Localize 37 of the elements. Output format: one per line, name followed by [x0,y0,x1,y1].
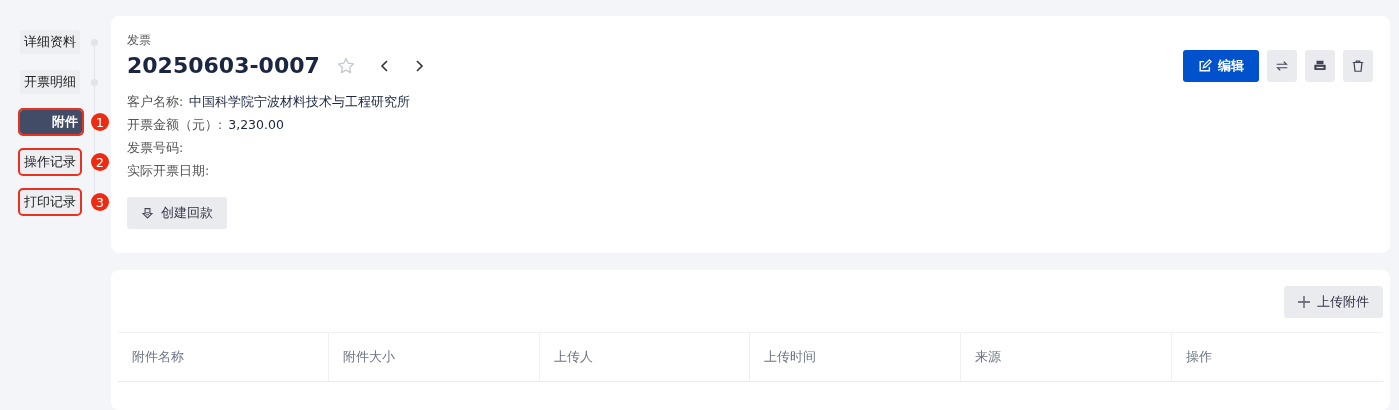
print-icon [1313,59,1327,73]
callout-marker: 3 [91,193,109,211]
edit-button[interactable]: 编辑 [1183,50,1259,82]
column-header: 来源 [961,333,1173,381]
swap-icon [1275,59,1289,73]
plus-icon [1298,296,1310,308]
switch-button[interactable] [1267,50,1297,82]
delete-button[interactable] [1343,50,1373,82]
sidebar-item[interactable]: 操作记录 [20,150,80,174]
print-button[interactable] [1305,50,1335,82]
sidebar-item[interactable]: 打印记录 [20,190,80,214]
field-label: 客户名称: [127,93,184,110]
invoice-number: 20250603-0007 [127,53,320,78]
create-payment-button[interactable]: 创建回款 [127,197,227,229]
sidebar-item[interactable]: 附件 [20,110,82,134]
star-icon[interactable] [335,55,356,76]
field-label: 开票金额（元）: [127,116,223,133]
field-value: 3,230.00 [228,116,284,133]
field-label: 发票号码: [127,139,184,156]
column-header: 操作 [1185,348,1214,366]
next-icon[interactable] [413,58,424,73]
upload-button[interactable]: 上传附件 [1284,286,1383,318]
column-header: 上传人 [539,333,751,381]
sidebar-item[interactable]: 开票明细 [20,70,80,94]
callout-marker: 1 [91,113,109,131]
record-type: 发票 [127,32,152,49]
sidebar-item[interactable]: 详细资料 [20,30,80,54]
previous-icon[interactable] [379,58,390,73]
column-header: 上传时间 [750,333,962,381]
field-label: 实际开票日期: [127,162,210,179]
trash-icon [1351,59,1365,73]
callout-marker: 2 [91,153,109,171]
column-header: 附件大小 [328,333,540,381]
edit-icon [1198,59,1212,73]
column-header: 附件名称 [118,333,329,381]
field-value: 中国科学院宁波材料技术与工程研究所 [189,93,411,110]
download-icon [141,206,154,220]
